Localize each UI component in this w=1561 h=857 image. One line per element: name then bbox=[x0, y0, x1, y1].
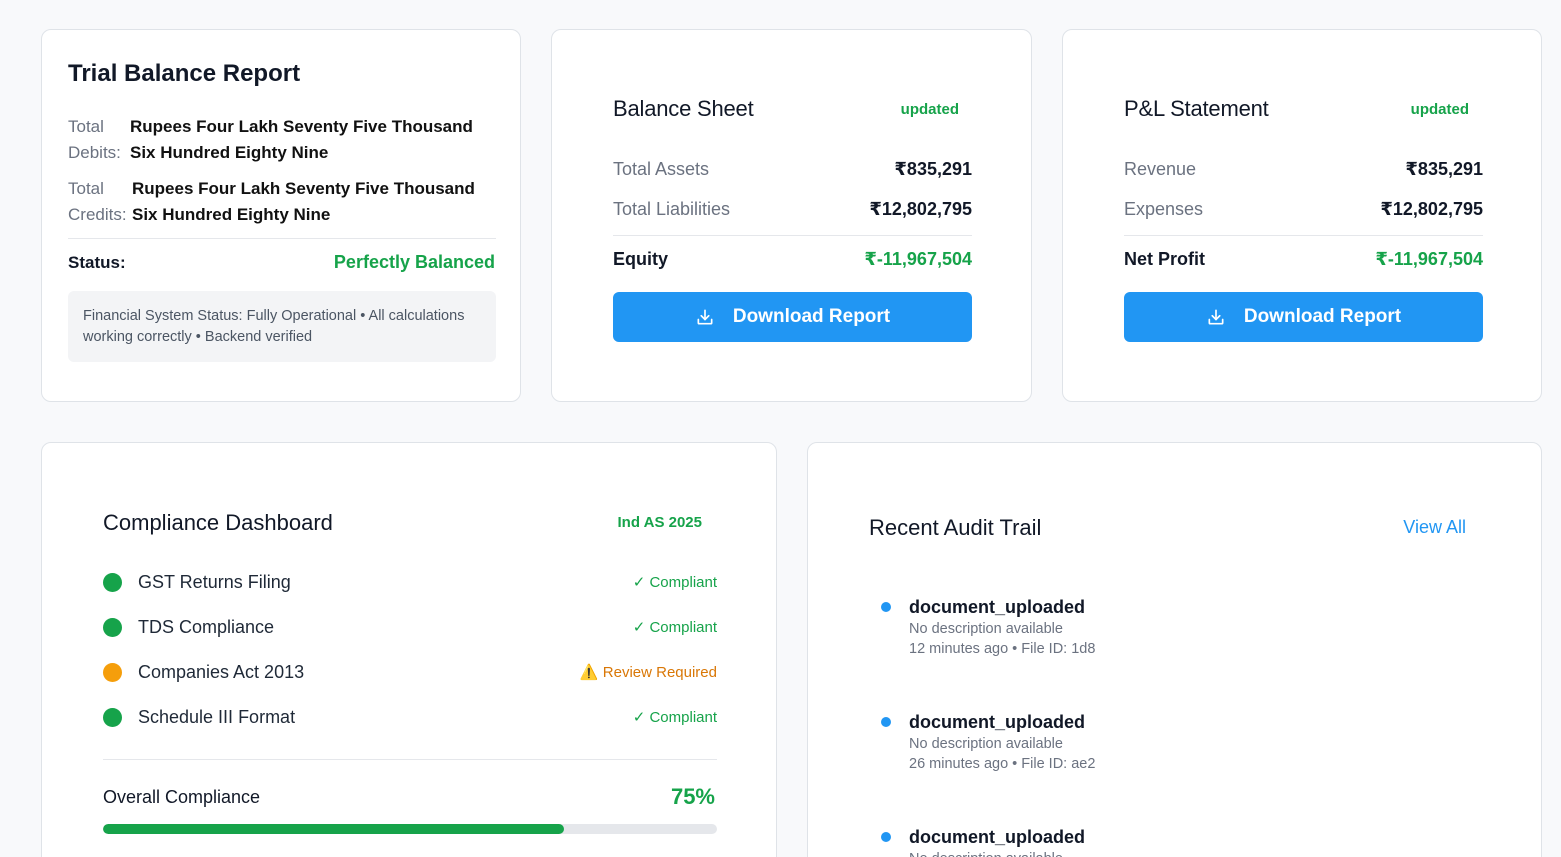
audit-event-meta: 12 minutes ago • File ID: 1d8 bbox=[909, 641, 1096, 657]
equity-row: Equity ₹-11,967,504 bbox=[613, 249, 972, 270]
total-debits-value: Rupees Four Lakh Seventy Five Thousand S… bbox=[130, 117, 473, 162]
audit-list-item: document_uploaded No description availab… bbox=[881, 825, 1086, 857]
compliance-item-status: ✓ Compliant bbox=[632, 619, 717, 636]
overall-compliance-value: 75% bbox=[670, 784, 715, 809]
bullet-dot-icon bbox=[881, 717, 891, 727]
status-dot-icon bbox=[103, 617, 122, 637]
download-button-label: Download Report bbox=[732, 306, 891, 327]
divider bbox=[613, 235, 972, 236]
compliance-title: Compliance Dashboard bbox=[103, 510, 333, 535]
expenses-label: Expenses bbox=[1124, 199, 1204, 219]
equity-value: ₹-11,967,504 bbox=[864, 249, 972, 269]
balance-sheet-updated-badge: updated bbox=[900, 101, 959, 118]
compliance-item-companies-act: Companies Act 2013 ⚠️ Review Required bbox=[103, 660, 717, 684]
compliance-item-name: GST Returns Filing bbox=[138, 571, 291, 592]
compliance-item-status: ✓ Compliant bbox=[632, 709, 717, 726]
compliance-item-schedule-iii: Schedule III Format ✓ Compliant bbox=[103, 705, 717, 729]
equity-label: Equity bbox=[613, 249, 669, 269]
expenses-row: Expenses ₹12,802,795 bbox=[1124, 199, 1483, 220]
system-status-note: Financial System Status: Fully Operation… bbox=[68, 291, 496, 362]
audit-event-name: document_uploaded bbox=[909, 827, 1086, 847]
status-badge: Perfectly Balanced bbox=[333, 252, 495, 272]
total-credits-label: Total Credits: bbox=[68, 179, 127, 224]
total-credits-row: Total Credits: Rupees Four Lakh Seventy … bbox=[68, 176, 492, 228]
total-debits-row: Total Debits: Rupees Four Lakh Seventy F… bbox=[68, 114, 490, 166]
expenses-value: ₹12,802,795 bbox=[1380, 199, 1483, 219]
compliance-item-name: TDS Compliance bbox=[138, 616, 275, 637]
total-assets-row: Total Assets ₹835,291 bbox=[613, 159, 972, 180]
compliance-item-name: Schedule III Format bbox=[138, 706, 296, 727]
compliance-item-name: Companies Act 2013 bbox=[138, 661, 305, 682]
pl-statement-card: P&L Statement updated Revenue ₹835,291 E… bbox=[1062, 29, 1542, 402]
compliance-item-tds: TDS Compliance ✓ Compliant bbox=[103, 615, 717, 639]
status-dot-icon bbox=[103, 662, 122, 682]
audit-list-item: document_uploaded No description availab… bbox=[881, 595, 1096, 659]
net-profit-label: Net Profit bbox=[1124, 249, 1205, 269]
total-debits-label: Total Debits: bbox=[68, 117, 121, 162]
progress-bar-fill bbox=[103, 824, 564, 834]
audit-event-description: No description available bbox=[909, 621, 1063, 637]
audit-trail-card: Recent Audit Trail View All document_upl… bbox=[807, 442, 1542, 857]
net-profit-row: Net Profit ₹-11,967,504 bbox=[1124, 249, 1483, 270]
overall-compliance-label: Overall Compliance bbox=[103, 787, 261, 807]
total-assets-label: Total Assets bbox=[613, 159, 710, 179]
bullet-dot-icon bbox=[881, 832, 891, 842]
total-credits-value: Rupees Four Lakh Seventy Five Thousand S… bbox=[132, 179, 475, 224]
trial-balance-card: Trial Balance Report Total Debits: Rupee… bbox=[41, 29, 521, 402]
download-icon bbox=[697, 309, 713, 325]
bullet-dot-icon bbox=[881, 602, 891, 612]
divider bbox=[103, 759, 717, 760]
compliance-item-status: ✓ Compliant bbox=[632, 574, 717, 591]
audit-event-description: No description available bbox=[909, 736, 1063, 752]
audit-trail-title: Recent Audit Trail bbox=[869, 515, 1042, 540]
total-liabilities-label: Total Liabilities bbox=[613, 199, 731, 219]
audit-event-name: document_uploaded bbox=[909, 597, 1086, 617]
compliance-item-status: ⚠️ Review Required bbox=[579, 664, 717, 681]
divider bbox=[68, 238, 496, 239]
audit-event-description: No description available bbox=[909, 849, 1085, 857]
total-liabilities-row: Total Liabilities ₹12,802,795 bbox=[613, 199, 972, 220]
compliance-item-gst: GST Returns Filing ✓ Compliant bbox=[103, 570, 717, 594]
status-label: Status: bbox=[68, 253, 126, 272]
revenue-label: Revenue bbox=[1124, 159, 1197, 179]
overall-compliance-progress-bar bbox=[103, 824, 717, 834]
divider bbox=[1124, 235, 1483, 236]
pl-statement-title: P&L Statement bbox=[1124, 96, 1269, 121]
total-assets-value: ₹835,291 bbox=[894, 159, 972, 179]
balance-sheet-title: Balance Sheet bbox=[613, 96, 754, 121]
status-dot-icon bbox=[103, 572, 122, 592]
audit-event-name: document_uploaded bbox=[909, 712, 1086, 732]
total-liabilities-value: ₹12,802,795 bbox=[869, 199, 972, 219]
download-icon bbox=[1208, 309, 1224, 325]
net-profit-value: ₹-11,967,504 bbox=[1375, 249, 1483, 269]
trial-balance-title: Trial Balance Report bbox=[68, 60, 301, 87]
revenue-row: Revenue ₹835,291 bbox=[1124, 159, 1483, 180]
view-all-link[interactable]: View All bbox=[1403, 517, 1466, 538]
compliance-dashboard-card: Compliance Dashboard Ind AS 2025 GST Ret… bbox=[41, 442, 777, 857]
balance-sheet-card: Balance Sheet updated Total Assets ₹835,… bbox=[551, 29, 1032, 402]
pl-statement-download-button[interactable]: Download Report bbox=[1124, 292, 1483, 342]
download-button-label: Download Report bbox=[1243, 306, 1402, 327]
audit-event-meta: 26 minutes ago • File ID: ae2 bbox=[909, 756, 1096, 772]
audit-list-item: document_uploaded No description availab… bbox=[881, 710, 1096, 774]
pl-statement-updated-badge: updated bbox=[1410, 101, 1469, 118]
ind-as-badge: Ind AS 2025 bbox=[617, 514, 702, 531]
revenue-value: ₹835,291 bbox=[1405, 159, 1483, 179]
balance-sheet-download-button[interactable]: Download Report bbox=[613, 292, 972, 342]
status-dot-icon bbox=[103, 707, 122, 727]
